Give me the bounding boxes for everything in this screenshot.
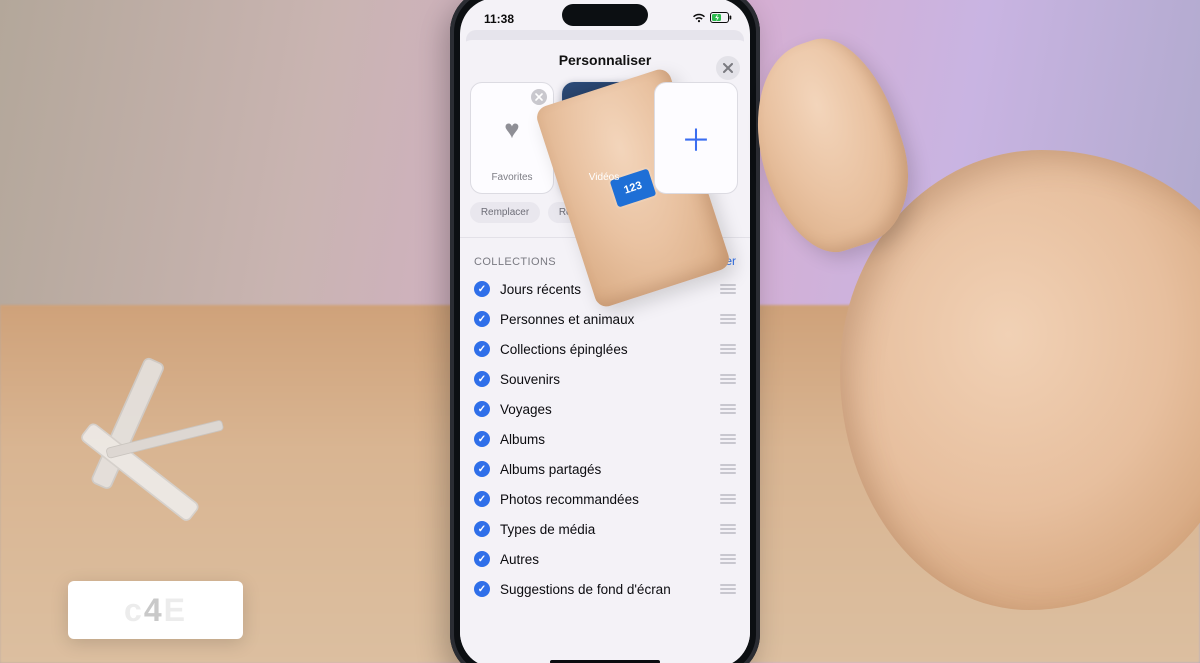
phone-frame: 11:38 Personnaliser (450, 0, 760, 663)
collection-row[interactable]: ✓ Souvenirs (470, 364, 740, 394)
checkmark-icon[interactable]: ✓ (474, 401, 490, 417)
collection-label: Types de média (500, 522, 708, 537)
collection-row[interactable]: ✓ Suggestions de fond d'écran (470, 574, 740, 604)
heart-icon: ♥ (504, 114, 519, 145)
checkmark-icon[interactable]: ✓ (474, 491, 490, 507)
drag-handle-icon[interactable] (718, 464, 736, 474)
collections-list: ✓ Jours récents ✓ Personnes et animaux ✓… (460, 274, 750, 634)
battery-icon (710, 12, 732, 26)
phone-screen: 11:38 Personnaliser (460, 0, 750, 663)
collection-label: Collections épinglées (500, 342, 708, 357)
collection-row[interactable]: ✓ Personnes et animaux (470, 304, 740, 334)
drag-handle-icon[interactable] (718, 404, 736, 414)
section-label: COLLECTIONS (474, 256, 556, 268)
watermark-char: c (124, 592, 144, 628)
collection-row[interactable]: ✓ Voyages (470, 394, 740, 424)
collection-label: Albums (500, 432, 708, 447)
remove-favorites-button[interactable] (531, 89, 547, 105)
watermark-badge: c4E (68, 581, 243, 639)
collection-row[interactable]: ✓ Photos recommandées (470, 484, 740, 514)
drag-handle-icon[interactable] (718, 374, 736, 384)
checkmark-icon[interactable]: ✓ (474, 521, 490, 537)
card-add[interactable]: ＋ (654, 82, 738, 194)
customize-sheet[interactable]: Personnaliser ♥ Favorites (460, 40, 750, 663)
card-videos[interactable]: 123 Vidéos (562, 82, 646, 194)
collection-label: Photos recommandées (500, 492, 708, 507)
collection-label: Voyages (500, 402, 708, 417)
watermark-char: 4 (144, 592, 164, 628)
collection-label: Suggestions de fond d'écran (500, 582, 708, 597)
dynamic-island (562, 4, 648, 26)
collection-row[interactable]: ✓ Albums partagés (470, 454, 740, 484)
drag-handle-icon[interactable] (718, 524, 736, 534)
collection-row[interactable]: ✓ Types de média (470, 514, 740, 544)
checkmark-icon[interactable]: ✓ (474, 311, 490, 327)
card-label: Favorites (491, 172, 532, 183)
drag-handle-icon[interactable] (718, 434, 736, 444)
close-button[interactable] (716, 56, 740, 80)
checkmark-icon[interactable]: ✓ (474, 341, 490, 357)
card-label: Vidéos (589, 172, 619, 183)
collection-label: Personnes et animaux (500, 312, 708, 327)
drag-handle-icon[interactable] (718, 584, 736, 594)
pinned-cards-row: ♥ Favorites 123 Vidéos ＋ (460, 74, 750, 194)
checkmark-icon[interactable]: ✓ (474, 461, 490, 477)
collection-label: Albums partagés (500, 462, 708, 477)
drag-handle-icon[interactable] (718, 554, 736, 564)
checkmark-icon[interactable]: ✓ (474, 551, 490, 567)
status-time: 11:38 (484, 12, 514, 26)
collection-row[interactable]: ✓ Autres (470, 544, 740, 574)
drag-handle-icon[interactable] (718, 344, 736, 354)
collection-row[interactable]: ✓ Albums (470, 424, 740, 454)
drag-handle-icon[interactable] (718, 314, 736, 324)
plus-icon: ＋ (681, 116, 711, 160)
collection-label: Autres (500, 552, 708, 567)
card-favorites[interactable]: ♥ Favorites (470, 82, 554, 194)
watermark-char: E (164, 592, 187, 628)
checkmark-icon[interactable]: ✓ (474, 431, 490, 447)
checkmark-icon[interactable]: ✓ (474, 581, 490, 597)
replace-favorites-button[interactable]: Remplacer (470, 202, 540, 223)
collection-row[interactable]: ✓ Collections épinglées (470, 334, 740, 364)
checkmark-icon[interactable]: ✓ (474, 281, 490, 297)
drag-handle-icon[interactable] (718, 494, 736, 504)
drag-handle-icon[interactable] (718, 284, 736, 294)
sheet-title: Personnaliser (460, 40, 750, 74)
wifi-icon (692, 12, 706, 26)
channel-logo (70, 340, 260, 540)
collection-label: Souvenirs (500, 372, 708, 387)
checkmark-icon[interactable]: ✓ (474, 371, 490, 387)
